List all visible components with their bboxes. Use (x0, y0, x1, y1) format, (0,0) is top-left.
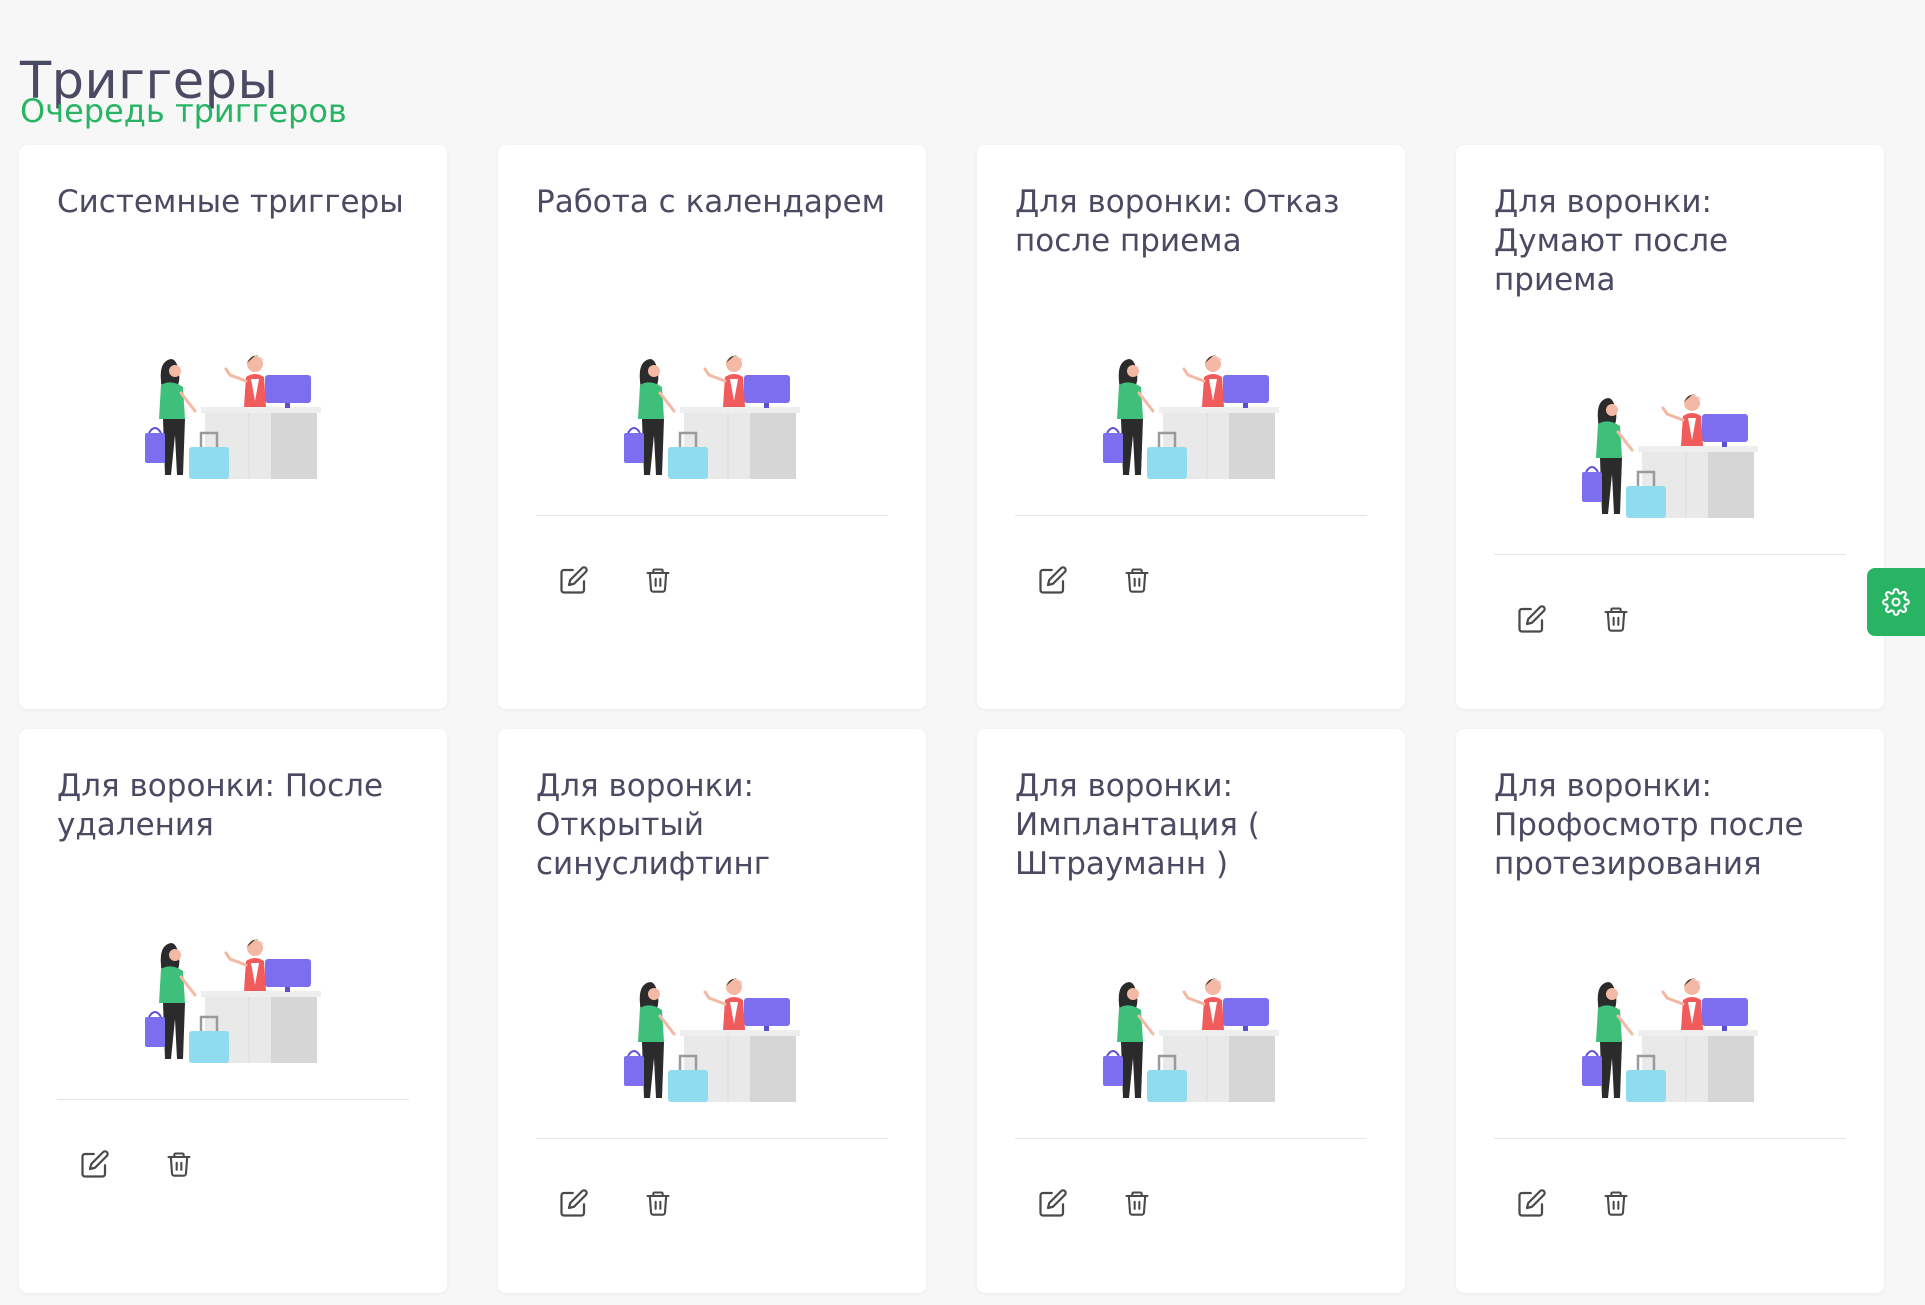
edit-button[interactable] (1033, 1183, 1073, 1223)
delete-button[interactable] (1117, 1183, 1157, 1223)
card-title: Для воронки: Открытый синуслифтинг (536, 768, 771, 882)
delete-button[interactable] (1596, 1183, 1636, 1223)
card-actions (1494, 555, 1846, 639)
edit-button[interactable] (1512, 599, 1552, 639)
reception-illustration (1103, 355, 1279, 479)
trigger-card[interactable]: Для воронки: Отказ после приема (977, 145, 1405, 709)
reception-illustration (145, 355, 321, 479)
delete-button[interactable] (1117, 560, 1157, 600)
edit-button[interactable] (1033, 560, 1073, 600)
trash-icon (167, 1152, 191, 1177)
edit-button[interactable] (554, 1183, 594, 1223)
trigger-card[interactable]: Для воронки: Думают после приема (1456, 145, 1884, 709)
trigger-card[interactable]: Работа с календарем (498, 145, 926, 709)
trash-icon (1125, 1191, 1149, 1216)
trigger-grid: Системные триггеры Работа с календарем Д… (19, 145, 1884, 1293)
reception-illustration (1582, 394, 1758, 518)
edit-icon (1039, 1189, 1067, 1217)
card-title: Для воронки: После удаления (57, 768, 384, 843)
reception-illustration (145, 939, 321, 1063)
edit-icon (560, 1189, 588, 1217)
edit-icon (1039, 566, 1067, 594)
delete-button[interactable] (159, 1144, 199, 1184)
trigger-card[interactable]: Для воронки: После удаления (19, 729, 447, 1293)
trigger-queue-link[interactable]: Очередь триггеров (20, 92, 347, 130)
card-actions (1015, 1139, 1367, 1223)
trash-icon (1604, 607, 1628, 632)
card-title: Системные триггеры (57, 184, 404, 220)
card-illustration (1015, 972, 1367, 1102)
trigger-card[interactable]: Для воронки: Профосмотр после протезиров… (1456, 729, 1884, 1293)
settings-button[interactable] (1867, 568, 1925, 636)
card-actions (1494, 1139, 1846, 1223)
card-title: Работа с календарем (536, 184, 886, 220)
card-illustration (57, 933, 409, 1063)
card-illustration (1015, 349, 1367, 479)
reception-illustration (1582, 978, 1758, 1102)
trigger-card[interactable]: Для воронки: Открытый синуслифтинг (498, 729, 926, 1293)
trash-icon (646, 568, 670, 593)
delete-button[interactable] (638, 560, 678, 600)
card-illustration (57, 349, 409, 479)
card-actions (1015, 516, 1367, 600)
trigger-card[interactable]: Для воронки: Имплантация ( Штрауманн ) (977, 729, 1405, 1293)
delete-button[interactable] (638, 1183, 678, 1223)
card-illustration (536, 349, 888, 479)
edit-icon (1518, 605, 1546, 633)
reception-illustration (624, 978, 800, 1102)
card-actions (536, 1139, 888, 1223)
card-illustration (1494, 388, 1846, 518)
gear-icon (1882, 588, 1910, 616)
trash-icon (1604, 1191, 1628, 1216)
delete-button[interactable] (1596, 599, 1636, 639)
card-actions (57, 1100, 409, 1184)
trash-icon (646, 1191, 670, 1216)
card-illustration (536, 972, 888, 1102)
reception-illustration (624, 355, 800, 479)
edit-icon (1518, 1189, 1546, 1217)
edit-button[interactable] (1512, 1183, 1552, 1223)
edit-icon (81, 1150, 109, 1178)
reception-illustration (1103, 978, 1279, 1102)
edit-button[interactable] (75, 1144, 115, 1184)
card-title: Для воронки: Имплантация ( Штрауманн ) (1015, 768, 1260, 882)
card-actions (536, 516, 888, 600)
edit-icon (560, 566, 588, 594)
card-title: Для воронки: Отказ после приема (1015, 184, 1340, 259)
card-illustration (1494, 972, 1846, 1102)
trash-icon (1125, 568, 1149, 593)
card-title: Для воронки: Думают после приема (1494, 184, 1729, 298)
trigger-card[interactable]: Системные триггеры (19, 145, 447, 709)
edit-button[interactable] (554, 560, 594, 600)
card-title: Для воронки: Профосмотр после протезиров… (1494, 768, 1804, 882)
